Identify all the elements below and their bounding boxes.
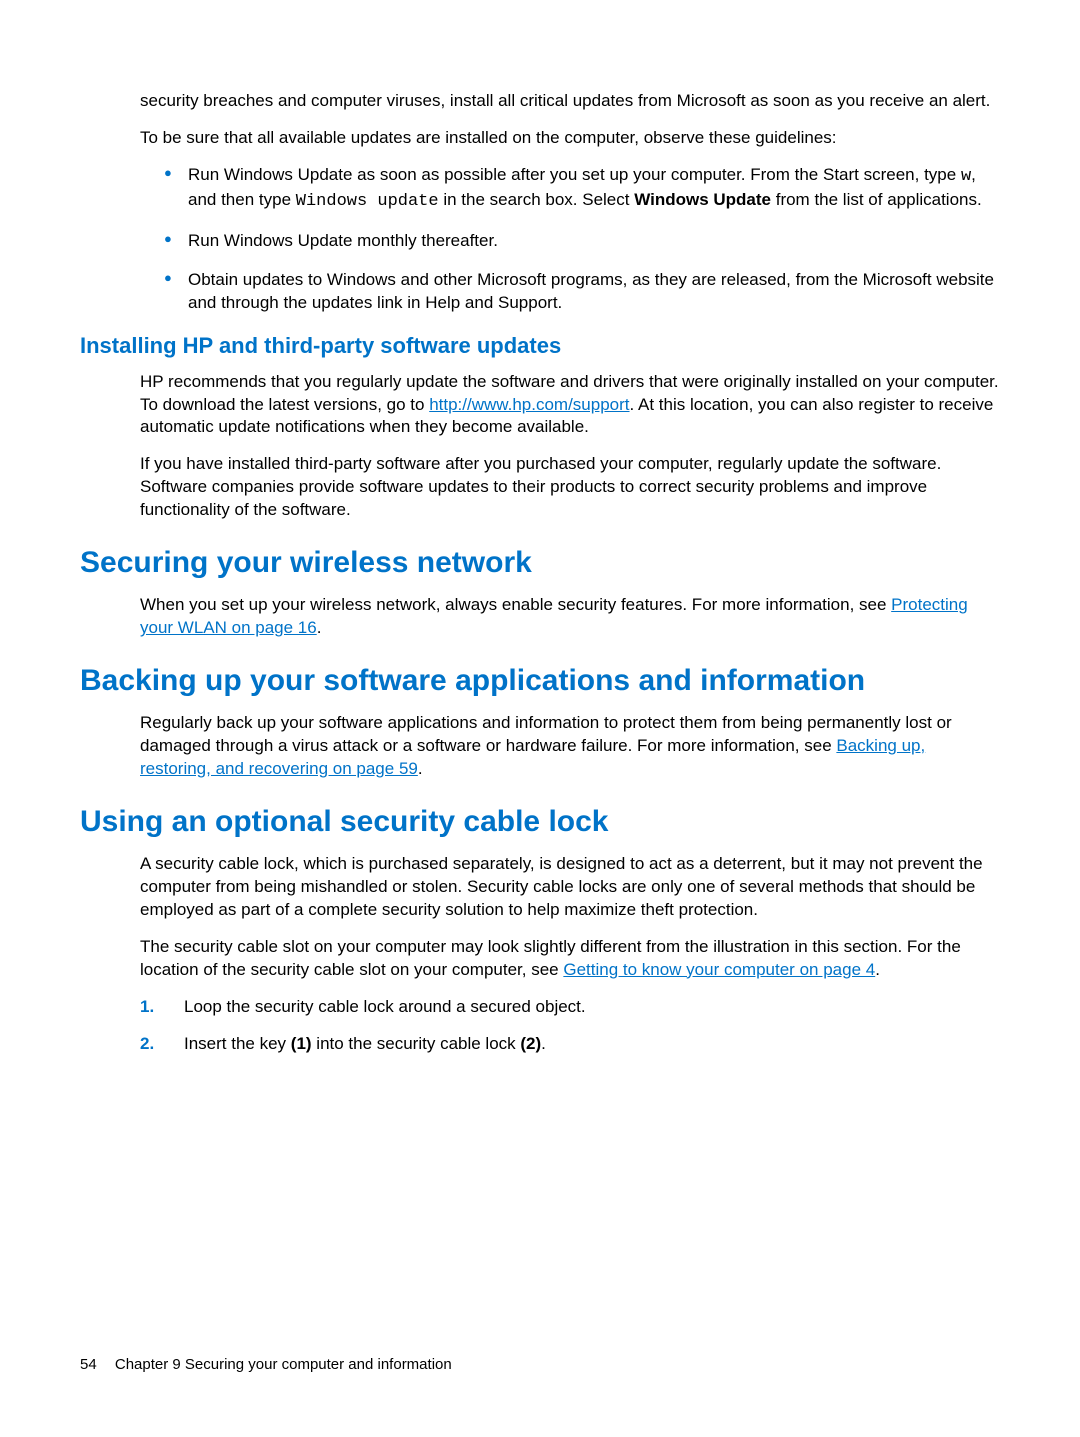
cable-block: A security cable lock, which is purchase…	[140, 853, 1000, 1056]
backing-para-1: Regularly back up your software applicat…	[140, 712, 1000, 781]
intro-block: security breaches and computer viruses, …	[140, 90, 1000, 315]
cable-step-2: 2. Insert the key (1) into the security …	[140, 1033, 1000, 1056]
cable-step-1: 1. Loop the security cable lock around a…	[140, 996, 1000, 1019]
intro-bullet-list: Run Windows Update as soon as possible a…	[140, 164, 1000, 315]
text: Insert the key	[184, 1034, 291, 1053]
text: Run Windows Update as soon as possible a…	[188, 165, 961, 184]
heading-cable-lock: Using an optional security cable lock	[80, 805, 1000, 839]
text: from the list of applications.	[771, 190, 982, 209]
intro-bullet-3: Obtain updates to Windows and other Micr…	[164, 269, 1000, 315]
mono-text: Windows update	[296, 192, 439, 211]
page-footer: 54 Chapter 9 Securing your computer and …	[80, 1356, 452, 1373]
step-number: 1.	[140, 996, 154, 1019]
link-know-computer[interactable]: Getting to know your computer on page 4	[563, 960, 875, 979]
text: .	[418, 759, 423, 778]
step-text: Loop the security cable lock around a se…	[184, 997, 586, 1016]
securing-para-1: When you set up your wireless network, a…	[140, 594, 1000, 640]
installing-block: HP recommends that you regularly update …	[140, 371, 1000, 523]
bold-text: (1)	[291, 1034, 312, 1053]
mono-text: w	[961, 167, 971, 186]
cable-para-2: The security cable slot on your computer…	[140, 936, 1000, 982]
link-hp-support[interactable]: http://www.hp.com/support	[429, 395, 629, 414]
text: in the search box. Select	[439, 190, 635, 209]
text: .	[875, 960, 880, 979]
step-number: 2.	[140, 1033, 154, 1056]
text: .	[541, 1034, 546, 1053]
heading-securing-wireless: Securing your wireless network	[80, 546, 1000, 580]
intro-para-2: To be sure that all available updates ar…	[140, 127, 1000, 150]
text: into the security cable lock	[312, 1034, 521, 1053]
page-number: 54	[80, 1356, 97, 1373]
intro-bullet-2: Run Windows Update monthly thereafter.	[164, 230, 1000, 253]
securing-block: When you set up your wireless network, a…	[140, 594, 1000, 640]
text: .	[317, 618, 322, 637]
document-page: security breaches and computer viruses, …	[0, 0, 1080, 1055]
bold-text: Windows Update	[634, 190, 771, 209]
installing-para-2: If you have installed third-party softwa…	[140, 453, 1000, 522]
text: Regularly back up your software applicat…	[140, 713, 952, 755]
intro-para-1: security breaches and computer viruses, …	[140, 90, 1000, 113]
cable-para-1: A security cable lock, which is purchase…	[140, 853, 1000, 922]
bold-text: (2)	[520, 1034, 541, 1053]
chapter-title: Chapter 9 Securing your computer and inf…	[115, 1356, 452, 1373]
intro-bullet-1: Run Windows Update as soon as possible a…	[164, 164, 1000, 214]
text: When you set up your wireless network, a…	[140, 595, 891, 614]
installing-para-1: HP recommends that you regularly update …	[140, 371, 1000, 440]
heading-installing-updates: Installing HP and third-party software u…	[80, 333, 1000, 359]
cable-steps: 1. Loop the security cable lock around a…	[140, 996, 1000, 1056]
heading-backing-up: Backing up your software applications an…	[80, 664, 1000, 698]
backing-block: Regularly back up your software applicat…	[140, 712, 1000, 781]
